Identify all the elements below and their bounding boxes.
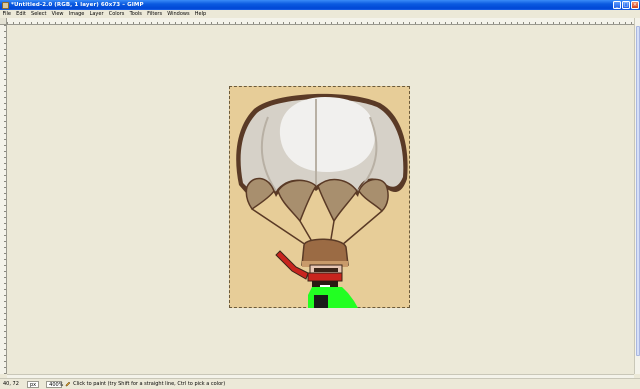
vertical-scrollbar[interactable] bbox=[634, 18, 640, 374]
canopy-fold-center-right bbox=[317, 178, 358, 223]
character-legs bbox=[314, 295, 328, 308]
menu-select[interactable]: Select bbox=[28, 10, 49, 18]
close-button[interactable]: × bbox=[631, 1, 639, 9]
menu-file[interactable]: File bbox=[0, 10, 14, 18]
menu-edit[interactable]: Edit bbox=[14, 10, 29, 18]
zoom-selector[interactable]: 400% bbox=[46, 380, 63, 388]
menu-windows[interactable]: Windows bbox=[165, 10, 193, 18]
canopy-highlight bbox=[279, 97, 375, 172]
menu-filters[interactable]: Filters bbox=[145, 10, 165, 18]
menu-view[interactable]: View bbox=[49, 10, 66, 18]
canopy-fold-left bbox=[245, 177, 275, 211]
menu-layer[interactable]: Layer bbox=[87, 10, 106, 18]
status-message: Click to paint (try Shift for a straight… bbox=[73, 381, 226, 387]
pencil-icon bbox=[65, 381, 71, 387]
gimp-app-icon bbox=[2, 1, 9, 9]
unit-selector[interactable]: px bbox=[27, 380, 40, 388]
ruler-corner-quickmask[interactable] bbox=[0, 18, 7, 25]
menu-colors[interactable]: Colors bbox=[106, 10, 127, 18]
canopy-fold-right bbox=[358, 178, 389, 213]
canopy-fold-center-left bbox=[277, 179, 317, 223]
menu-help[interactable]: Help bbox=[192, 10, 209, 18]
window-title: *Untitled-2.0 (RGB, 1 layer) 60x73 – GIM… bbox=[11, 2, 144, 8]
maximize-button[interactable]: □ bbox=[622, 1, 630, 9]
menu-bar: File Edit Select View Image Layer Colors… bbox=[0, 10, 640, 18]
character-scarf bbox=[307, 272, 343, 282]
vertical-ruler[interactable] bbox=[0, 25, 7, 374]
menu-image[interactable]: Image bbox=[66, 10, 87, 18]
title-bar: *Untitled-2.0 (RGB, 1 layer) 60x73 – GIM… bbox=[0, 0, 640, 10]
parachute-pixel-art bbox=[236, 93, 408, 308]
status-bar: 40, 72 px 400% Click to paint (try Shift… bbox=[0, 378, 640, 389]
character-eyes bbox=[314, 268, 338, 272]
vertical-scrollbar-thumb[interactable] bbox=[636, 26, 640, 356]
image-canvas[interactable] bbox=[229, 86, 410, 308]
pointer-coordinates: 40, 72 bbox=[3, 381, 19, 387]
horizontal-ruler[interactable] bbox=[7, 18, 634, 25]
minimize-button[interactable]: _ bbox=[613, 1, 621, 9]
menu-tools[interactable]: Tools bbox=[127, 10, 145, 18]
